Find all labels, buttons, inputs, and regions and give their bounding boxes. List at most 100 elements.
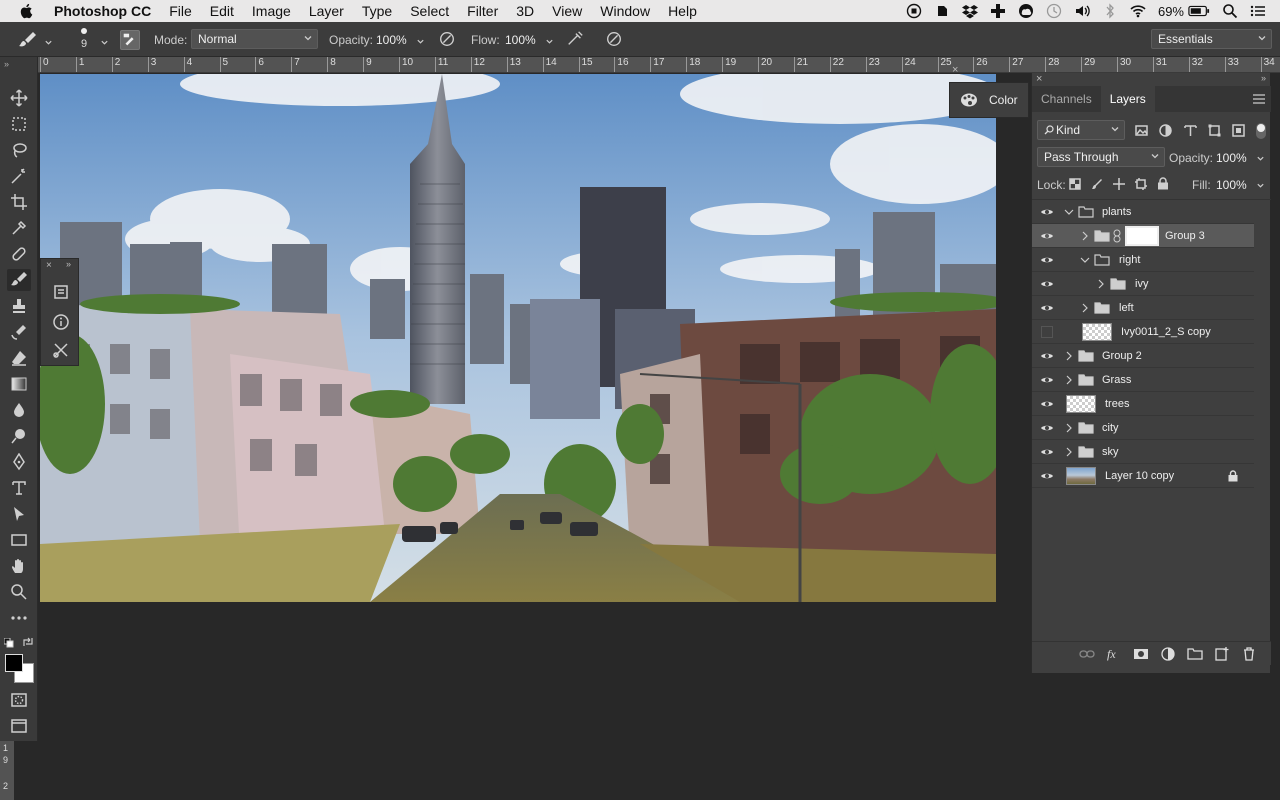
brush-size-preview[interactable]: 9 xyxy=(74,25,94,55)
brush-tool[interactable] xyxy=(7,269,31,291)
rectangle-tool[interactable] xyxy=(7,529,31,551)
chain-link-icon[interactable] xyxy=(1113,229,1121,243)
clone-stamp-tool[interactable] xyxy=(7,295,31,317)
magic-wand-tool[interactable] xyxy=(7,165,31,187)
airbrush-icon[interactable] xyxy=(566,30,584,51)
eye-icon[interactable] xyxy=(1040,445,1054,459)
brush-tool-icon[interactable] xyxy=(18,30,38,50)
record-icon[interactable] xyxy=(906,3,922,19)
chevron-right-icon[interactable] xyxy=(1080,231,1090,241)
default-colors-icon[interactable] xyxy=(3,637,14,648)
link-layers-icon[interactable] xyxy=(1079,646,1095,662)
edit-toolbar-button[interactable] xyxy=(7,607,31,629)
menu-layer[interactable]: Layer xyxy=(309,3,344,19)
tab-channels[interactable]: Channels xyxy=(1032,86,1101,112)
panel-close-icon[interactable]: × xyxy=(46,260,52,271)
hand-tool[interactable] xyxy=(7,555,31,577)
fill-dropdown-icon[interactable] xyxy=(1256,181,1265,190)
eye-icon[interactable] xyxy=(1040,229,1054,243)
lock-icon[interactable] xyxy=(1228,470,1238,482)
brush-size-dropdown-icon[interactable] xyxy=(100,36,109,50)
chevron-right-icon[interactable] xyxy=(1096,279,1106,289)
eye-icon[interactable] xyxy=(1040,349,1054,363)
new-layer-icon[interactable] xyxy=(1214,646,1230,662)
chevron-right-icon[interactable] xyxy=(1064,447,1074,457)
layer-row-ivy[interactable]: ivy xyxy=(1032,272,1254,296)
foreground-color-swatch[interactable] xyxy=(5,654,23,672)
menu-image[interactable]: Image xyxy=(252,3,291,19)
move-tool[interactable] xyxy=(7,87,31,109)
mode-select[interactable]: Normal xyxy=(191,29,318,49)
layer-row-group-3[interactable]: Group 3 xyxy=(1032,224,1254,248)
layer-row-right[interactable]: right xyxy=(1032,248,1254,272)
opacity-dropdown-icon[interactable] xyxy=(416,35,425,49)
horizontal-ruler[interactable]: 0 1 2 3 4 5 6 7 8 9 10 11 12 13 14 15 16 17 18 19 20 21 22 23 24… xyxy=(38,57,1280,73)
info-icon[interactable] xyxy=(52,313,70,331)
gradient-tool[interactable] xyxy=(7,373,31,395)
menu-type[interactable]: Type xyxy=(362,3,392,19)
spotlight-search-icon[interactable] xyxy=(1222,3,1238,19)
layer-style-fx-icon[interactable]: fx xyxy=(1106,646,1122,662)
layer-row-group-2[interactable]: Group 2 xyxy=(1032,344,1254,368)
library-icon[interactable] xyxy=(52,283,70,301)
lock-pixels-icon[interactable] xyxy=(1091,178,1103,190)
lock-position-icon[interactable] xyxy=(1113,178,1125,190)
layer-row-ivy0011-copy[interactable]: Ivy0011_2_S copy xyxy=(1032,320,1254,344)
layer-row-layer-10-copy[interactable]: Layer 10 copy xyxy=(1032,464,1254,488)
eye-icon[interactable] xyxy=(1040,277,1054,291)
toolbar-collapse-icon[interactable]: » xyxy=(4,59,9,69)
menu-edit[interactable]: Edit xyxy=(210,3,234,19)
layer-filter-kind-select[interactable]: Kind xyxy=(1037,120,1125,140)
layer-mask-thumbnail[interactable] xyxy=(1125,226,1159,246)
visibility-empty-box[interactable] xyxy=(1041,326,1053,338)
app-name[interactable]: Photoshop CC xyxy=(54,3,151,19)
panel-menu-icon[interactable] xyxy=(1253,94,1265,104)
chevron-down-icon[interactable] xyxy=(1064,207,1074,217)
chevron-right-icon[interactable] xyxy=(1064,375,1074,385)
flow-value[interactable]: 100% xyxy=(505,33,536,47)
eraser-tool[interactable] xyxy=(7,347,31,369)
evernote-icon[interactable] xyxy=(934,3,950,19)
menu-filter[interactable]: Filter xyxy=(467,3,498,19)
filter-adjustment-icon[interactable] xyxy=(1159,124,1172,137)
healing-brush-tool[interactable] xyxy=(7,243,31,265)
layer-opacity-value[interactable]: 100% xyxy=(1216,151,1247,165)
layer-row-sky[interactable]: sky xyxy=(1032,440,1254,464)
creative-cloud-icon[interactable] xyxy=(1018,3,1034,19)
eye-icon[interactable] xyxy=(1040,205,1054,219)
filter-shape-icon[interactable] xyxy=(1208,124,1221,137)
new-group-folder-icon[interactable] xyxy=(1187,646,1203,662)
menu-help[interactable]: Help xyxy=(668,3,697,19)
color-panel-close-icon[interactable]: × xyxy=(952,64,958,76)
filter-smart-object-icon[interactable] xyxy=(1232,124,1245,137)
flow-dropdown-icon[interactable] xyxy=(545,35,554,49)
eye-icon[interactable] xyxy=(1040,397,1054,411)
color-panel-button[interactable]: Color xyxy=(949,82,1029,118)
lock-artboard-icon[interactable] xyxy=(1135,178,1147,190)
eye-icon[interactable] xyxy=(1040,301,1054,315)
type-tool[interactable] xyxy=(7,477,31,499)
brush-panel-toggle-icon[interactable] xyxy=(120,30,140,50)
zoom-tool[interactable] xyxy=(7,581,31,603)
chevron-down-icon[interactable] xyxy=(1080,255,1090,265)
opacity-dropdown-icon[interactable] xyxy=(1256,154,1265,163)
pressure-size-icon[interactable] xyxy=(605,30,623,51)
panel-collapse-icon[interactable]: » xyxy=(1261,73,1266,83)
menu-select[interactable]: Select xyxy=(410,3,449,19)
battery-icon[interactable] xyxy=(1188,3,1210,19)
menu-file[interactable]: File xyxy=(169,3,192,19)
chevron-right-icon[interactable] xyxy=(1080,303,1090,313)
bluetooth-icon[interactable] xyxy=(1102,3,1118,19)
layer-row-city[interactable]: city xyxy=(1032,416,1254,440)
dropbox-icon[interactable] xyxy=(961,3,978,19)
document-canvas[interactable] xyxy=(40,74,996,602)
apple-icon[interactable] xyxy=(18,3,36,19)
quick-mask-button[interactable] xyxy=(7,689,31,711)
swap-colors-icon[interactable] xyxy=(22,636,34,648)
screen-mode-button[interactable] xyxy=(7,715,31,737)
fill-value[interactable]: 100% xyxy=(1216,178,1247,192)
dodge-tool[interactable] xyxy=(7,425,31,447)
eye-icon[interactable] xyxy=(1040,253,1054,267)
eye-icon[interactable] xyxy=(1040,373,1054,387)
pressure-opacity-icon[interactable] xyxy=(438,30,456,51)
